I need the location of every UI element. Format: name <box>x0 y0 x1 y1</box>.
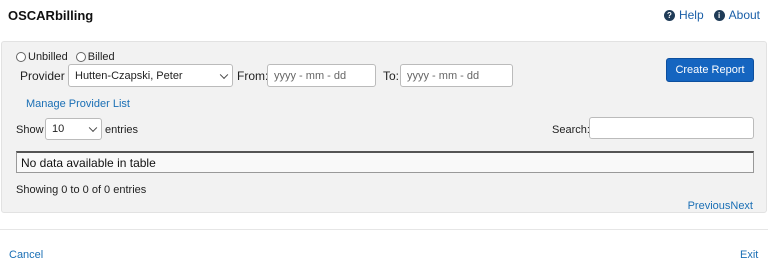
provider-select-value: Hutten-Czapski, Peter <box>75 69 183 82</box>
help-link[interactable]: ? Help <box>663 8 704 22</box>
search-input[interactable] <box>589 117 754 139</box>
from-date-placeholder: yyyy - mm - dd <box>274 69 347 82</box>
billing-panel: Unbilled Billed Provider Hutten-Czapski,… <box>1 41 767 213</box>
app-title: OSCARbilling <box>8 8 94 23</box>
help-label: Help <box>678 8 704 22</box>
billing-table: No data available in table <box>16 151 754 173</box>
header-links: ? Help i About <box>663 8 760 22</box>
info-icon: i <box>713 9 725 21</box>
create-report-button[interactable]: Create Report <box>666 58 754 82</box>
app-header: OSCARbilling ? Help i About <box>0 0 768 32</box>
entries-select[interactable]: 10 <box>45 118 102 140</box>
chevron-down-icon <box>88 123 98 133</box>
provider-label: Provider <box>20 69 65 83</box>
radio-unbilled-label: Unbilled <box>28 51 68 63</box>
to-label: To: <box>383 69 400 83</box>
entries-select-value: 10 <box>52 123 65 135</box>
from-date-input[interactable]: yyyy - mm - dd <box>267 64 376 87</box>
entries-label: entries <box>105 124 139 136</box>
billing-status-radios: Unbilled Billed <box>16 51 115 63</box>
table-empty-message: No data available in table <box>21 155 156 170</box>
exit-link[interactable]: Exit <box>740 249 758 261</box>
table-info: Showing 0 to 0 of 0 entries <box>16 184 147 196</box>
pagination: Previous Next <box>688 200 753 212</box>
from-label: From: <box>237 69 269 83</box>
radio-unbilled-circle[interactable] <box>16 52 26 62</box>
previous-link[interactable]: Previous <box>688 200 731 212</box>
show-label: Show <box>16 124 44 136</box>
chevron-down-icon <box>219 70 229 79</box>
next-link[interactable]: Next <box>730 200 753 212</box>
help-icon: ? <box>663 9 675 21</box>
about-label: About <box>728 8 760 22</box>
radio-billed[interactable]: Billed <box>75 51 115 63</box>
manage-provider-list-link[interactable]: Manage Provider List <box>26 98 130 110</box>
cancel-link[interactable]: Cancel <box>9 249 43 261</box>
radio-billed-label: Billed <box>87 51 115 63</box>
to-date-placeholder: yyyy - mm - dd <box>407 69 480 82</box>
about-link[interactable]: i About <box>713 8 760 22</box>
radio-unbilled[interactable]: Unbilled <box>16 51 68 63</box>
search-label: Search: <box>552 124 590 136</box>
provider-select[interactable]: Hutten-Czapski, Peter <box>68 64 233 87</box>
to-date-input[interactable]: yyyy - mm - dd <box>400 64 513 87</box>
radio-billed-circle[interactable] <box>75 52 86 62</box>
footer-divider <box>0 229 768 230</box>
